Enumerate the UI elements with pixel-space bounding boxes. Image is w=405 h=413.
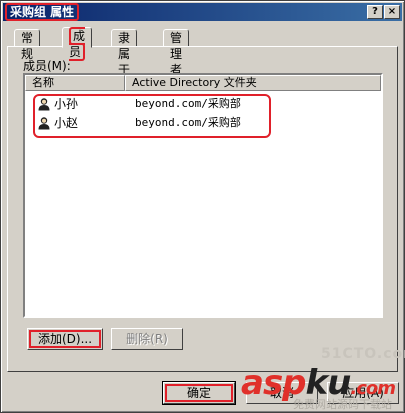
members-label: 成员(M): [23, 59, 71, 73]
member-folder: beyond.com/采购部 [135, 116, 241, 129]
member-folder: beyond.com/采购部 [135, 97, 241, 110]
tab-members[interactable]: 成员 [62, 27, 93, 61]
tab-managed-by[interactable]: 管理者 [163, 29, 190, 77]
close-button[interactable]: × [384, 5, 400, 19]
tab-members-label: 成员 [69, 27, 86, 61]
column-ad-folder[interactable]: Active Directory 文件夹 [125, 75, 381, 91]
members-listview[interactable]: 名称 Active Directory 文件夹 小孙 beyond.com/采购… [23, 73, 383, 318]
tab-general[interactable]: 常规 [14, 29, 41, 61]
user-icon [38, 98, 50, 111]
help-button[interactable]: ? [367, 5, 383, 19]
tab-member-of[interactable]: 隶属于 [111, 29, 138, 77]
add-button[interactable]: 添加(D)... [27, 328, 103, 350]
list-header: 名称 Active Directory 文件夹 [25, 75, 381, 91]
ok-button[interactable]: 确定 [163, 382, 235, 404]
member-name: 小赵 [54, 116, 79, 130]
watermark-51cto: 51CTO.com [321, 346, 405, 362]
watermark-tagline: 免费网站源码下载站 [293, 398, 392, 411]
window-title: 采购组 属性 [5, 3, 80, 21]
title-bar[interactable]: 采购组 属性 ? × [3, 3, 402, 21]
user-icon [38, 117, 50, 130]
remove-button[interactable]: 删除(R) [111, 328, 183, 350]
properties-dialog: 采购组 属性 ? × 常规 成员 隶属于 管理者 成员(M): 名称 Activ… [0, 0, 405, 413]
member-name: 小孙 [54, 97, 79, 111]
column-name[interactable]: 名称 [25, 75, 125, 91]
